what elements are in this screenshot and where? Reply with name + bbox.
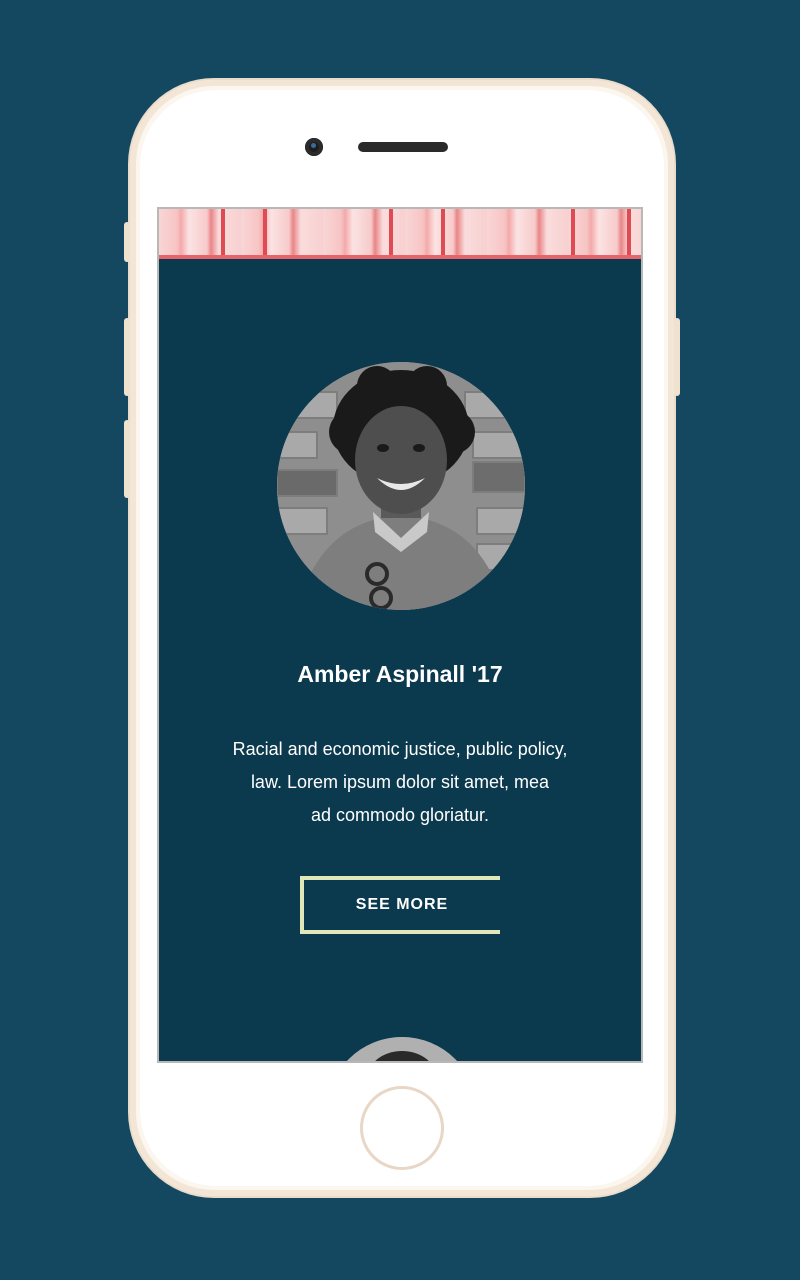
next-profile-photo xyxy=(327,1037,477,1061)
bio-line: Racial and economic justice, public poli… xyxy=(232,739,568,759)
banner-stripe xyxy=(627,209,631,255)
power-button xyxy=(674,318,680,396)
front-camera xyxy=(305,138,323,156)
banner-stripe xyxy=(263,209,267,255)
portrait-illustration xyxy=(277,362,525,610)
bio-line: ad commodo gloriatur. xyxy=(310,805,490,825)
bio-line: law. Lorem ipsum dolor sit amet, mea xyxy=(250,772,550,792)
banner-stripe xyxy=(221,209,225,255)
mute-switch xyxy=(124,222,130,262)
see-more-button[interactable]: SEE MORE xyxy=(300,876,500,934)
next-portrait-illustration xyxy=(327,1037,477,1061)
volume-up-button xyxy=(124,318,130,396)
background-scene: Amber Aspinall '17 Racial and economic j… xyxy=(0,0,800,1280)
profile-name: Amber Aspinall '17 xyxy=(297,661,503,687)
header-banner xyxy=(159,209,641,259)
home-button[interactable] xyxy=(360,1086,444,1170)
phone-screen: Amber Aspinall '17 Racial and economic j… xyxy=(157,207,643,1063)
banner-stripe xyxy=(389,209,393,255)
profile-photo xyxy=(277,362,525,610)
earpiece-speaker xyxy=(358,142,448,152)
banner-stripe xyxy=(571,209,575,255)
volume-down-button xyxy=(124,420,130,498)
profile-bio: Racial and economic justice, public poli… xyxy=(199,733,601,832)
banner-stripe xyxy=(441,209,445,255)
